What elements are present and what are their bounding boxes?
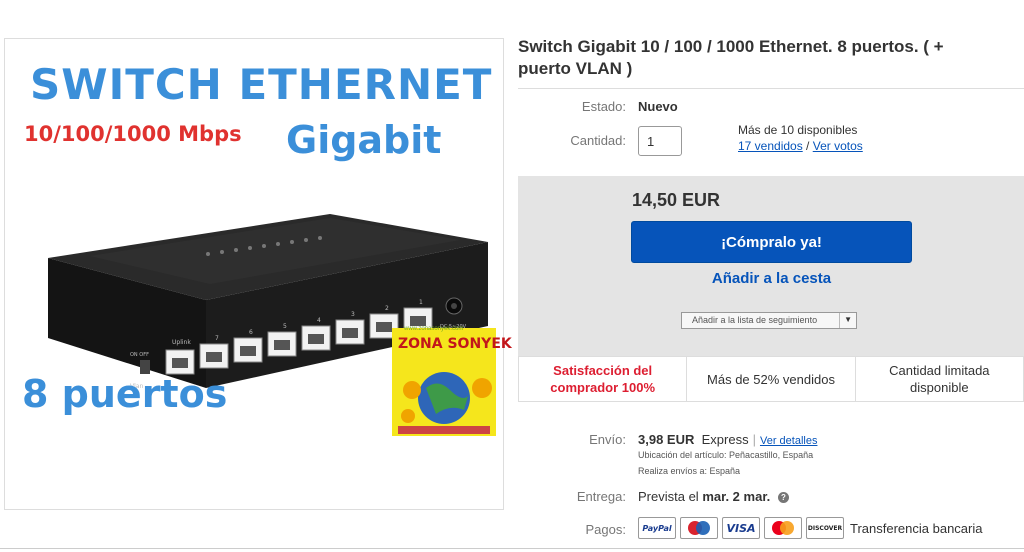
title-divider — [518, 88, 1024, 89]
chevron-down-icon[interactable]: ▼ — [844, 315, 852, 324]
port-number: 4 — [317, 317, 321, 324]
feature-satisfaction: Satisfacción del comprador 100% — [519, 357, 688, 401]
bank-transfer-text: Transferencia bancaria — [850, 520, 983, 536]
image-headline: SWITCH ETHERNET — [30, 60, 493, 109]
image-speed-text: 10/100/1000 Mbps — [24, 122, 242, 146]
delivery-prefix: Prevista el — [638, 489, 699, 504]
shipping-details-link[interactable]: Ver detalles — [760, 435, 817, 447]
badge-title: ZONA SONYEK — [398, 336, 512, 352]
item-location: Ubicación del artículo: Peñacastillo, Es… — [638, 450, 814, 460]
maestro-icon — [680, 517, 718, 539]
quantity-input[interactable] — [638, 126, 682, 156]
watchlist-separator — [839, 313, 840, 328]
availability: Más de 10 disponibles 17 vendidos / Ver … — [738, 122, 863, 154]
payments-label: Pagos: — [585, 522, 626, 537]
shipping-cost: 3,98 EUR — [638, 432, 695, 447]
payment-methods: PayPal VISA DISCOVER Transferencia banca… — [638, 516, 982, 540]
add-to-cart-link[interactable]: Añadir a la cesta — [631, 270, 912, 287]
quantity-label: Cantidad: — [570, 133, 626, 148]
port-number: 3 — [351, 311, 355, 318]
shipping-label: Envío: — [589, 432, 626, 447]
item-title: Switch Gigabit 10 / 100 / 1000 Ethernet.… — [518, 37, 944, 78]
sold-count-link[interactable]: 17 vendidos — [738, 139, 803, 153]
port-number: 7 — [215, 335, 219, 342]
mastercard-icon — [764, 517, 802, 539]
shipping-info: 3,98 EUR Express | Ver detalles — [638, 432, 818, 447]
on-off-label: ON OFF — [130, 352, 149, 358]
condition-label: Estado: — [581, 99, 626, 114]
condition-value: Nuevo — [638, 99, 678, 114]
availability-text: Más de 10 disponibles — [738, 123, 858, 137]
discover-icon: DISCOVER — [806, 517, 844, 539]
paypal-icon: PayPal — [638, 517, 676, 539]
image-gigabit-text: Gigabit — [286, 118, 442, 162]
visa-icon: VISA — [722, 517, 760, 539]
feature-strip: Satisfacción del comprador 100% Más de 5… — [518, 356, 1024, 402]
watchlist-label: Añadir a la lista de seguimiento — [692, 315, 818, 325]
port-number: 5 — [283, 323, 287, 330]
image-ports-text: 8 puertos — [22, 372, 228, 416]
watchlist-button[interactable]: Añadir a la lista de seguimiento ▼ — [681, 312, 857, 329]
delivery-label: Entrega: — [576, 489, 626, 504]
bottom-border — [0, 548, 1024, 549]
uplink-label: Uplink — [172, 339, 191, 346]
delivery-date: mar. 2 mar. — [702, 489, 771, 504]
feature-limited: Cantidad limitada disponible — [889, 363, 990, 395]
port-number: 2 — [385, 305, 389, 312]
port-number: 6 — [249, 329, 253, 336]
delivery-info: Prevista el mar. 2 mar. ? — [638, 489, 789, 504]
badge-url: www.zonasonyek.com — [404, 326, 464, 332]
buy-now-button[interactable]: ¡Cómpralo ya! — [631, 221, 912, 263]
help-icon[interactable]: ? — [777, 492, 789, 504]
shipping-service: Express — [701, 432, 749, 447]
reviews-link[interactable]: Ver votos — [813, 139, 863, 153]
price: 14,50 EUR — [632, 190, 721, 210]
port-number: 1 — [419, 299, 423, 306]
feature-sold: Más de 52% vendidos — [687, 357, 856, 401]
buy-box — [518, 176, 1024, 356]
link-separator: / — [802, 139, 813, 153]
ships-to: Realiza envíos a: España — [638, 466, 741, 476]
